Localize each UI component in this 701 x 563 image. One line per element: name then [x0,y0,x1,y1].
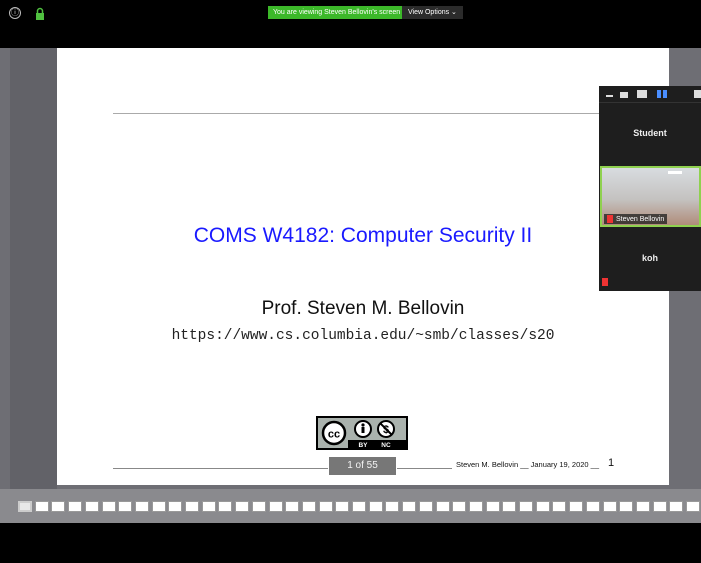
slide-thumbnail[interactable] [569,501,584,512]
slide-thumbnail[interactable] [34,501,49,512]
license-nc-label: NC [381,442,391,448]
muted-mic-icon [602,278,608,286]
slide-top-rule [113,113,611,114]
slide-thumbnail[interactable] [435,501,450,512]
slide-thumbnail[interactable] [201,501,216,512]
slide-thumbnail[interactable] [535,501,550,512]
slide-thumbnail[interactable] [268,501,283,512]
minimize-icon[interactable] [606,95,613,97]
slide-thumbnail[interactable] [51,501,66,512]
slide-thumbnail[interactable] [619,501,634,512]
hide-video-icon[interactable] [620,92,628,98]
participants-panel: Student Steven Bellovin koh [599,86,701,291]
slide-thumbnail[interactable] [118,501,133,512]
slide-thumbnail[interactable] [635,501,650,512]
participant-name: Steven Bellovin [616,215,665,223]
footer-rule [113,468,328,469]
cc-logo-icon: cc $ BY NC [318,418,406,449]
slide-thumbnail[interactable] [418,501,433,512]
participant-tile-student: Student [633,128,667,138]
meeting-top-bar: ⓘ You are viewing Steven Bellovin's scre… [0,0,701,48]
slide-thumbnail[interactable] [552,501,567,512]
slide-thumbnail[interactable] [485,501,500,512]
slide-thumbnail[interactable] [502,501,517,512]
slide-thumbnail[interactable] [68,501,83,512]
slide-thumbnail[interactable] [101,501,116,512]
left-margin [10,48,57,489]
page-indicator: 1 of 55 [329,457,396,475]
slide-thumbnail[interactable] [468,501,483,512]
slide-thumbnail[interactable] [669,501,684,512]
fullscreen-icon[interactable] [694,90,701,98]
slide-author: Prof. Steven M. Bellovin [261,298,465,319]
slide-thumbnail[interactable] [84,501,99,512]
slide-thumbnail[interactable] [452,501,467,512]
slide-page-number: 1 [608,457,615,469]
bottom-bar [0,523,701,563]
creative-commons-badge: cc $ BY NC [316,416,408,450]
muted-mic-icon [607,215,613,223]
slide-url: https://www.cs.columbia.edu/~smb/classes… [171,328,555,344]
info-icon[interactable]: ⓘ [9,7,21,19]
participant-video-steven-bellovin[interactable]: Steven Bellovin [600,166,701,227]
slide-thumbnail[interactable] [352,501,366,512]
slide-title: COMS W4182: Computer Security II [193,224,533,247]
slide-thumbnail[interactable] [519,501,533,512]
gallery-view-icon[interactable] [657,90,667,98]
svg-text:cc: cc [328,429,340,441]
slide-thumbnail[interactable] [368,501,383,512]
slide-thumbnail[interactable] [168,501,183,512]
slide-thumbnail[interactable] [18,501,32,512]
participant-name-tag: Steven Bellovin [604,214,668,224]
slide-thumbnail[interactable] [235,501,250,512]
slide-thumbnail[interactable] [185,501,199,512]
participant-tile-koh: koh [641,253,658,263]
view-options-button[interactable]: View Options ⌄ [402,6,463,19]
slide-thumbnail[interactable] [301,501,316,512]
slide-thumbnail[interactable] [602,501,617,512]
shared-screen-area: COMS W4182: Computer Security II Prof. S… [0,48,701,489]
license-by-label: BY [358,442,368,448]
slide-thumbnail[interactable] [585,501,600,512]
ceiling-light [668,171,682,174]
footer-rule [397,468,452,469]
presentation-slide: COMS W4182: Computer Security II Prof. S… [57,48,669,485]
slide-thumbnail[interactable] [318,501,333,512]
slide-thumbnail-strip[interactable] [0,489,701,523]
screen-share-banner: You are viewing Steven Bellovin's screen [268,6,406,19]
slide-thumbnail[interactable] [285,501,300,512]
lock-icon[interactable] [33,7,47,21]
slide-thumbnail[interactable] [402,501,417,512]
slide-thumbnail[interactable] [218,501,233,512]
slide-thumbnail[interactable] [335,501,350,512]
speaker-view-icon[interactable] [637,90,647,98]
slide-thumbnail[interactable] [385,501,400,512]
slide-thumbnail[interactable] [251,501,266,512]
slide-thumbnail[interactable] [134,501,149,512]
slide-thumbnail[interactable] [686,501,700,512]
slide-thumbnail[interactable] [151,501,166,512]
slide-footer: Steven M. Bellovin __ January 19, 2020 _… [456,460,600,469]
slide-thumbnail[interactable] [652,501,667,512]
